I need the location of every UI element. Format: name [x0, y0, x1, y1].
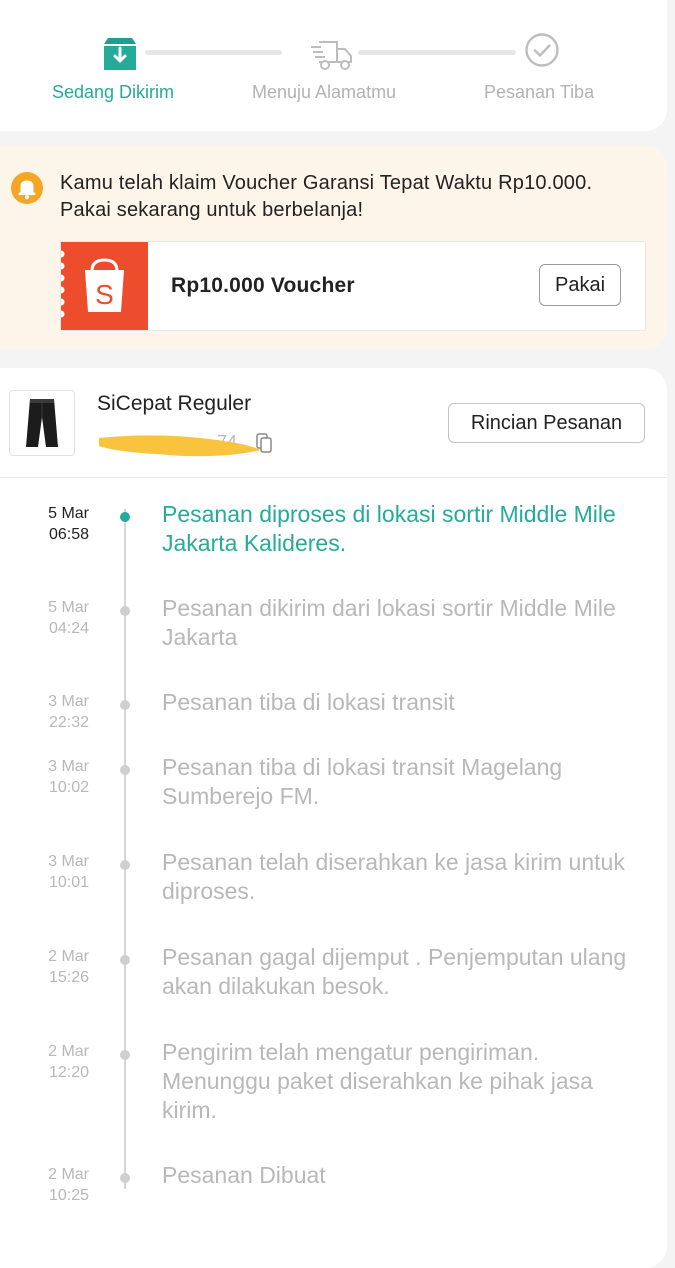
event-time: 10:02: [48, 779, 89, 796]
event-day: 2 Mar: [48, 1043, 89, 1060]
package-box-icon: [104, 38, 136, 70]
step-label-pesanan-tiba: Pesanan Tiba: [484, 82, 595, 102]
event-time: 10:01: [48, 874, 89, 891]
pants-product-image: [26, 399, 58, 447]
event-date: 2 Mar 12:20: [48, 1041, 89, 1083]
step-label-sedang-dikirim: Sedang Dikirim: [52, 82, 175, 102]
event-dot: [120, 1050, 130, 1060]
progress-line-2: [358, 50, 516, 55]
event-time: 10:25: [48, 1187, 89, 1204]
event-dot: [120, 1173, 130, 1183]
voucher-banner: Kamu telah klaim Voucher Garansi Tepat W…: [0, 145, 667, 350]
voucher-title: Rp10.000 Voucher: [171, 274, 355, 297]
event-description: Pesanan dikirim dari lokasi sortir Middl…: [162, 595, 616, 650]
voucher-message: Kamu telah klaim Voucher Garansi Tepat W…: [60, 172, 593, 221]
event-time: 12:20: [48, 1064, 89, 1081]
event-day: 3 Mar: [48, 693, 89, 710]
voucher-ticket: S Rp10.000 Voucher Pakai: [57, 241, 646, 331]
check-circle-icon: [525, 33, 559, 67]
event-dot: [120, 512, 130, 522]
event-dot: [120, 700, 130, 710]
bell-icon: [11, 172, 43, 204]
event-description: Pesanan diproses di lokasi sortir Middle…: [162, 501, 616, 556]
event-time: 22:32: [48, 714, 89, 731]
event-date: 3 Mar 10:02: [48, 756, 89, 798]
event-date: 5 Mar 06:58: [48, 503, 89, 545]
event-day: 3 Mar: [48, 853, 89, 870]
event-description: Pesanan gagal dijemput . Penjemputan ula…: [162, 944, 627, 999]
event-description: Pengirim telah mengatur pengiriman. Menu…: [162, 1039, 593, 1123]
voucher-stub: S: [57, 242, 148, 330]
event-description: Pesanan Dibuat: [162, 1162, 326, 1188]
delivery-truck-icon: [311, 41, 352, 70]
event-dot: [120, 860, 130, 870]
svg-text:S: S: [95, 279, 114, 310]
event-time: 15:26: [48, 969, 89, 986]
event-day: 2 Mar: [48, 1166, 89, 1183]
event-date: 3 Mar 10:01: [48, 851, 89, 893]
shopee-bag-icon: S: [57, 250, 124, 318]
event-description: Pesanan telah diserahkan ke jasa kirim u…: [162, 849, 625, 904]
event-date: 2 Mar 15:26: [48, 946, 89, 988]
event-day: 2 Mar: [48, 948, 89, 965]
redacted-tracking-number: 74: [99, 432, 272, 457]
event-description: Pesanan tiba di lokasi transit Magelang …: [162, 754, 563, 809]
step-label-menuju-alamatmu: Menuju Alamatmu: [252, 82, 397, 102]
event-day: 5 Mar: [48, 599, 89, 616]
event-day: 5 Mar: [48, 505, 89, 522]
event-date: 5 Mar 04:24: [48, 597, 89, 639]
event-time: 06:58: [48, 526, 89, 543]
event-date: 3 Mar 22:32: [48, 691, 89, 733]
tracking-card: SiCepat Reguler 74 Rincian Pesanan 5 Mar…: [0, 368, 667, 1268]
event-description: Pesanan tiba di lokasi transit: [162, 689, 455, 715]
event-time: 04:24: [48, 620, 89, 637]
order-details-button[interactable]: Rincian Pesanan: [448, 403, 645, 443]
use-voucher-button[interactable]: Pakai: [539, 264, 621, 306]
event-dot: [120, 955, 130, 965]
event-day: 3 Mar: [48, 758, 89, 775]
product-thumbnail[interactable]: [9, 390, 75, 456]
divider: [0, 477, 667, 478]
progress-line-1: [145, 50, 282, 55]
event-dot: [120, 765, 130, 775]
event-dot: [120, 606, 130, 616]
shipping-progress-card: Sedang Dikirim Menuju Alamatmu Pesanan T…: [0, 0, 667, 131]
courier-name: SiCepat Reguler: [97, 392, 252, 415]
